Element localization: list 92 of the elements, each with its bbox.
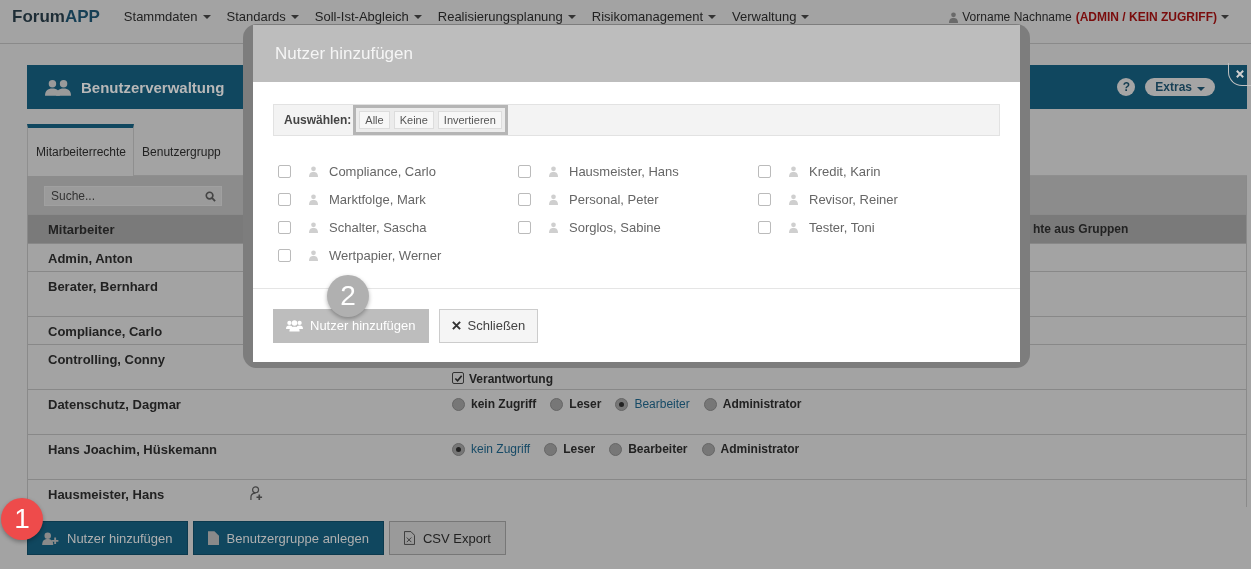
user-add-icon[interactable] — [250, 486, 263, 501]
help-button[interactable]: ? — [1117, 78, 1136, 96]
person-icon — [789, 221, 798, 233]
checkbox[interactable] — [758, 192, 771, 206]
add-user-icon — [42, 531, 59, 545]
radio-button[interactable] — [544, 442, 558, 456]
employee-name: Compliance, Carlo — [47, 323, 164, 341]
tab[interactable]: Mitarbeiterrechte — [27, 124, 135, 176]
tab[interactable]: Benutzergrupp — [134, 124, 228, 175]
checkbox[interactable] — [278, 248, 291, 262]
menu-item[interactable]: Realisierungsplanung — [437, 10, 576, 24]
user-name: Wertpapier, Werner — [329, 247, 442, 263]
select-button[interactable]: Keine — [393, 111, 434, 129]
column-header: Mitarbeiter — [48, 221, 115, 237]
employee-name: Hausmeister, Hans — [47, 486, 166, 504]
checkbox-label: Verantwortung — [469, 372, 553, 386]
search-field[interactable]: Suche... — [44, 186, 222, 206]
person-icon — [549, 165, 558, 177]
users-icon — [45, 78, 71, 96]
selection-label: Auswählen: — [284, 113, 352, 127]
person-icon — [309, 165, 318, 177]
panel-title: Benutzerverwaltung — [81, 78, 225, 96]
user-name: Kredit, Karin — [809, 163, 881, 179]
menu-item[interactable]: Soll-Ist-Abgleich — [314, 10, 422, 24]
radio-button[interactable] — [701, 442, 715, 456]
user-name: Tester, Toni — [809, 219, 875, 235]
close-icon — [1236, 70, 1244, 78]
document-icon — [207, 531, 219, 545]
select-button[interactable]: Invertieren — [437, 111, 502, 129]
checkbox[interactable] — [518, 164, 531, 178]
user-name: Personal, Peter — [569, 191, 659, 207]
radio-label: Leser — [563, 442, 596, 456]
dialog-title: Nutzer hinzufügen — [275, 43, 413, 64]
radio-label: Administrator — [722, 397, 802, 411]
radio-label: Bearbeiter — [634, 397, 690, 411]
employee-name: Berater, Bernhard — [47, 278, 159, 296]
person-icon — [789, 193, 798, 205]
users-icon — [286, 319, 303, 332]
select-button[interactable]: Alle — [359, 111, 390, 129]
person-icon — [309, 249, 318, 261]
radio-button[interactable] — [609, 442, 623, 456]
employee-name: Hans Joachim, Hüskemann — [47, 441, 219, 459]
extras-button[interactable]: Extras — [1145, 78, 1215, 96]
person-icon — [549, 193, 558, 205]
action-button[interactable]: CSV Export — [388, 521, 506, 555]
menu-item[interactable]: Standards — [226, 10, 299, 24]
checkbox[interactable] — [758, 164, 771, 178]
radio-button[interactable] — [703, 397, 717, 411]
radio-label: Bearbeiter — [628, 442, 688, 456]
checkbox[interactable] — [278, 192, 291, 206]
radio-button[interactable] — [452, 442, 465, 456]
checkbox[interactable] — [518, 220, 531, 234]
user-name[interactable]: Vorname Nachname — [962, 10, 1072, 24]
close-icon — [451, 321, 461, 330]
radio-label: kein Zugriff — [471, 442, 531, 456]
user-name: Marktfolge, Mark — [329, 191, 426, 207]
radio-button[interactable] — [452, 397, 465, 411]
checkbox[interactable] — [278, 164, 291, 178]
radio-button[interactable] — [550, 397, 564, 411]
action-button[interactable]: Benutzergruppe anlegen — [192, 521, 384, 555]
user-name: Sorglos, Sabine — [569, 219, 661, 235]
close-button[interactable] — [1228, 63, 1251, 86]
step-badge: 1 — [1, 498, 43, 540]
employee-name: Admin, Anton — [47, 250, 134, 268]
menu-item[interactable]: Verwaltung — [732, 10, 810, 24]
radio-label: kein Zugriff — [471, 397, 537, 411]
app-logo[interactable]: ForumAPP — [12, 7, 100, 27]
user-name: Hausmeister, Hans — [569, 163, 679, 179]
close-dialog-button[interactable]: Schließen — [438, 308, 539, 343]
spreadsheet-file-icon — [403, 531, 415, 545]
radio-label: Administrator — [720, 442, 800, 456]
menu-item[interactable]: Risikomanagement — [591, 10, 717, 24]
checkbox[interactable] — [452, 372, 464, 384]
person-icon — [789, 165, 798, 177]
radio-button[interactable] — [615, 397, 629, 411]
person-icon — [309, 193, 318, 205]
user-name: Compliance, Carlo — [329, 163, 436, 179]
user-name: Schalter, Sascha — [329, 219, 427, 235]
checkbox[interactable] — [278, 220, 291, 234]
radio-label: Leser — [569, 397, 602, 411]
checkbox[interactable] — [518, 192, 531, 206]
person-icon — [309, 221, 318, 233]
menu-item[interactable]: Stammdaten — [123, 10, 211, 24]
person-icon — [949, 11, 959, 23]
checkbox[interactable] — [758, 220, 771, 234]
employee-name: Controlling, Conny — [47, 351, 166, 369]
person-icon — [549, 221, 558, 233]
employee-name: Datenschutz, Dagmar — [47, 396, 182, 414]
column-header: hte aus Gruppen — [1033, 222, 1129, 236]
user-role: (ADMIN / KEIN ZUGRIFF) — [1075, 10, 1217, 24]
caret-icon[interactable] — [1221, 15, 1229, 19]
user-name: Revisor, Reiner — [809, 191, 898, 207]
